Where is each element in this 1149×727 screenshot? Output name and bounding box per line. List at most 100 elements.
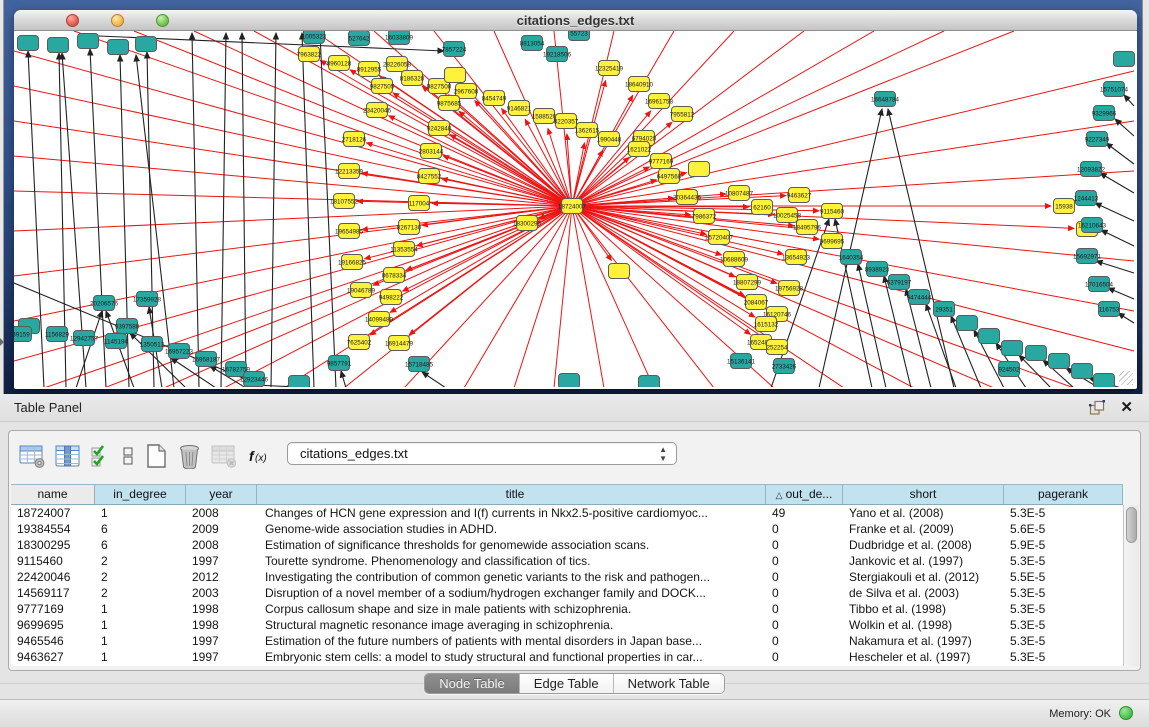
graph-node[interactable]: 9498222 (379, 290, 404, 305)
graph-node[interactable]: 39159 (14, 327, 32, 342)
graph-node[interactable]: 8912955 (357, 62, 382, 77)
graph-node[interactable]: 2733426 (772, 359, 797, 374)
graph-node[interactable]: 12093822 (1077, 162, 1106, 177)
graph-node[interactable]: 23420046 (363, 103, 392, 118)
table-selector-dropdown[interactable]: citations_edges.txt ▲▼ (287, 442, 677, 465)
graph-node[interactable]: 8454749 (482, 91, 507, 106)
graph-node[interactable]: 29351 (934, 302, 955, 317)
table-row[interactable]: 2242004622012Investigating the contribut… (11, 569, 1123, 585)
window-resize-grip[interactable] (1119, 371, 1133, 385)
graph-node[interactable]: 8220357 (554, 114, 579, 129)
panel-collapse-arrow-icon[interactable] (0, 338, 4, 346)
graph-node[interactable]: 8267130 (397, 220, 422, 235)
column-header-pagerank[interactable]: pagerank (1004, 485, 1123, 504)
graph-node[interactable]: 9463627 (787, 188, 812, 203)
graph-node[interactable]: 16033809 (385, 31, 414, 45)
graph-node[interactable]: 20206576 (90, 296, 119, 311)
graph-node[interactable]: 10688609 (720, 252, 749, 267)
graph-node[interactable]: 9875685 (437, 96, 462, 111)
table-row[interactable]: 946362711997Embryonic stem cells: a mode… (11, 649, 1123, 665)
network-graph[interactable]: 1872400779638228960128891295528226058982… (14, 31, 1135, 387)
column-header-in-degree[interactable]: in_degree (95, 485, 186, 504)
graph-node[interactable]: 1640354 (839, 250, 864, 265)
graph-node[interactable]: 7625402 (347, 335, 372, 350)
graph-node[interactable]: 9827505 (370, 79, 395, 94)
graph-node[interactable]: 18807299 (733, 275, 762, 290)
graph-node[interactable]: 18300295 (513, 216, 542, 231)
graph-node[interactable]: 8813054 (520, 36, 545, 51)
table-row[interactable]: 1456911722003Disruption of a novel membe… (11, 585, 1123, 601)
graph-node[interactable]: 18640910 (625, 77, 654, 92)
graph-node[interactable]: 2718126 (342, 132, 367, 147)
table-row[interactable]: 977716911998Corpus callosum shape and si… (11, 601, 1123, 617)
graph-node[interactable] (1114, 52, 1135, 67)
graph-node[interactable]: 19218506 (543, 47, 572, 62)
trash-icon[interactable] (177, 443, 202, 469)
graph-node[interactable] (979, 329, 1000, 344)
tab-edge-table[interactable]: Edge Table (520, 674, 614, 693)
table-settings-icon[interactable] (19, 444, 46, 469)
function-builder-icon[interactable]: f(x) (247, 444, 273, 469)
graph-node[interactable]: 15751074 (1100, 82, 1129, 97)
graph-node[interactable]: 1005323 (302, 31, 327, 44)
graph-node[interactable]: 15720407 (705, 230, 734, 245)
graph-node[interactable]: 924502 (998, 362, 1020, 377)
window-titlebar[interactable]: citations_edges.txt (14, 10, 1137, 31)
graph-node[interactable]: 1990448 (597, 132, 622, 147)
graph-node[interactable]: 8678334 (382, 268, 407, 283)
float-panel-icon[interactable] (1089, 400, 1105, 416)
graph-node[interactable]: 16961758 (645, 94, 674, 109)
graph-node[interactable] (289, 376, 310, 388)
graph-node[interactable]: 55723 (569, 31, 590, 41)
row-selection-icon[interactable] (90, 444, 112, 469)
graph-node[interactable]: 28226058 (383, 57, 412, 72)
graph-node[interactable]: 19654985 (335, 224, 364, 239)
graph-node[interactable]: 117004 (409, 196, 430, 211)
graph-node[interactable]: 8960128 (327, 56, 352, 71)
graph-node[interactable]: 7857224 (442, 42, 467, 57)
tab-node-table[interactable]: Node Table (425, 674, 520, 693)
graph-node[interactable] (957, 316, 978, 331)
graph-node[interactable]: 12923446 (240, 372, 269, 387)
graph-node[interactable]: 11353554 (390, 242, 418, 257)
graph-node[interactable]: 2803144 (419, 144, 444, 159)
graph-node[interactable]: 9227349 (1085, 132, 1110, 147)
column-header-year[interactable]: year (186, 485, 257, 504)
graph-node[interactable]: 12213359 (335, 164, 364, 179)
column-header-out-degree[interactable]: △out_de... (766, 485, 843, 504)
graph-node[interactable]: 1362615 (575, 123, 600, 138)
table-row[interactable]: 1938455462009Genome-wide association stu… (11, 521, 1123, 537)
graph-node[interactable]: 6497568 (657, 169, 682, 184)
graph-node[interactable]: 62160 (752, 200, 773, 215)
graph-node[interactable]: 8938923 (865, 262, 890, 277)
graph-node[interactable]: 9857791 (327, 356, 352, 371)
graph-node[interactable]: 9242848 (427, 121, 452, 136)
column-header-name[interactable]: name (11, 485, 95, 504)
graph-node[interactable] (78, 34, 99, 49)
graph-node[interactable]: 8186328 (400, 71, 425, 86)
close-panel-icon[interactable]: ✕ (1120, 398, 1133, 416)
table-row[interactable]: 946554611997Estimation of the future num… (11, 633, 1123, 649)
table-row[interactable]: 911546021997Tourette syndrome. Phenomeno… (11, 553, 1123, 569)
graph-node[interactable]: 7986372 (692, 209, 717, 224)
graph-node[interactable] (559, 374, 580, 388)
graph-node[interactable]: 16957223 (165, 344, 194, 359)
tab-network-table[interactable]: Network Table (614, 674, 724, 693)
graph-node[interactable]: 8427552 (417, 169, 442, 184)
table-vertical-scrollbar[interactable] (1123, 505, 1139, 666)
graph-node[interactable]: 7955812 (670, 107, 695, 122)
graph-node[interactable] (48, 38, 69, 53)
graph-node[interactable]: 9699695 (820, 234, 845, 249)
graph-node[interactable]: 1156829 (45, 327, 70, 342)
graph-node[interactable]: 9329966 (1092, 106, 1117, 121)
graph-node[interactable]: 1615132 (754, 317, 779, 332)
graph-node[interactable]: 15692971 (1073, 249, 1102, 264)
table-row[interactable]: 1830029562008Estimation of significance … (11, 537, 1123, 553)
graph-node[interactable] (18, 36, 39, 51)
network-canvas[interactable]: 1872400779638228960128891295528226058982… (14, 31, 1135, 387)
graph-node[interactable]: 9474444 (907, 290, 932, 305)
graph-node[interactable]: 10807487 (725, 186, 754, 201)
graph-node[interactable]: 16958187 (192, 352, 221, 367)
graph-node[interactable]: 9397588 (115, 319, 140, 334)
graph-node[interactable]: 14099489 (365, 312, 394, 327)
